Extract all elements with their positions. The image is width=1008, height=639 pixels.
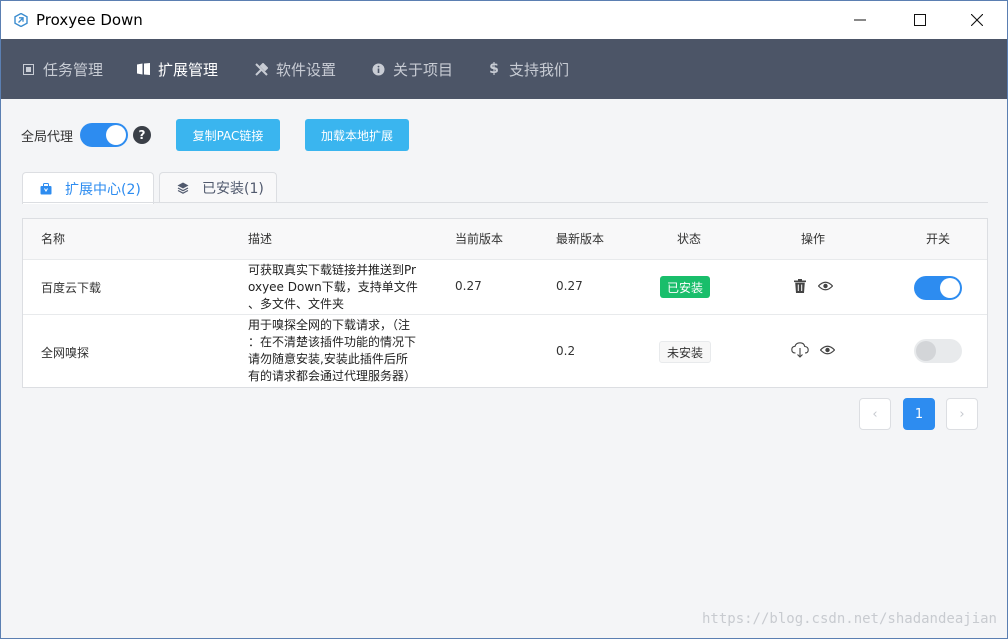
watermark: https://blog.csdn.net/shadandeajian — [701, 611, 997, 627]
latest-version: 0.27 — [556, 279, 583, 293]
description-line: ：在不清楚该插件功能的情况下 — [248, 335, 417, 349]
nav-item-label: 支持我们 — [509, 60, 570, 79]
description-line: 请勿随意安装,安装此插件后所 — [248, 352, 408, 366]
wrench-icon — [254, 62, 268, 76]
trash-icon[interactable] — [791, 277, 809, 295]
description-line: 、多文件、文件夹 — [248, 297, 345, 311]
minimize-icon — [854, 14, 866, 26]
copy-pac-button[interactable]: 复制PAC链接 — [176, 119, 280, 151]
info-icon — [371, 62, 385, 76]
close-icon — [971, 14, 983, 26]
description-line: 可获取真实下载链接并推送到Pr — [248, 263, 416, 277]
dollar-icon: $ — [489, 61, 499, 77]
nav-item-label: 软件设置 — [276, 60, 337, 79]
tabs-divider — [22, 202, 988, 203]
nav-item-extensions[interactable]: 扩展管理 — [136, 39, 218, 99]
global-proxy-label: 全局代理 — [21, 130, 74, 145]
col-header-switch: 开关 — [926, 232, 951, 246]
close-button[interactable] — [954, 1, 1000, 39]
current-version: 0.27 — [455, 279, 482, 293]
extension-icon — [136, 62, 150, 76]
col-header-name: 名称 — [41, 232, 66, 246]
toggle-knob — [916, 341, 936, 361]
col-header-actions: 操作 — [801, 232, 826, 246]
pagination-page-1[interactable]: 1 — [903, 398, 935, 430]
extension-table: 名称 描述 当前版本 最新版本 状态 操作 开关 百度云下载 可获取真实下载链接… — [22, 218, 988, 388]
minimize-button[interactable] — [837, 1, 883, 39]
latest-version: 0.2 — [556, 344, 576, 358]
nav-item-support[interactable]: $ 支持我们 — [487, 39, 569, 99]
table-row: 全网嗅探 用于嗅探全网的下载请求，（注 ：在不清楚该插件功能的情况下 请勿随意安… — [23, 315, 987, 387]
nav-item-label: 扩展管理 — [158, 60, 219, 79]
extension-description: 用于嗅探全网的下载请求，（注 ：在不清楚该插件功能的情况下 请勿随意安装,安装此… — [248, 317, 420, 385]
load-local-extension-button[interactable]: 加载本地扩展 — [305, 119, 409, 151]
extension-description: 可获取真实下载链接并推送到Pr oxyee Down下载，支持单文件 、多文件、… — [248, 262, 420, 313]
tab-label: 扩展中心(2) — [65, 181, 141, 198]
extension-name: 全网嗅探 — [41, 346, 90, 360]
task-icon — [21, 62, 35, 76]
help-icon[interactable]: ? — [133, 126, 151, 144]
app-window: Proxyee Down 任务管理 扩展管理 软件设置 关于项目 $ 支持我们 … — [0, 0, 1008, 639]
global-proxy-toggle[interactable] — [80, 123, 128, 147]
table-header: 名称 描述 当前版本 最新版本 状态 操作 开关 — [23, 219, 987, 260]
app-logo-icon — [14, 12, 28, 28]
description-line: 用于嗅探全网的下载请求，（注 — [248, 318, 411, 332]
main-nav: 任务管理 扩展管理 软件设置 关于项目 $ 支持我们 — [1, 39, 1007, 99]
status-badge: 已安装 — [660, 276, 711, 298]
nav-item-settings[interactable]: 软件设置 — [254, 39, 336, 99]
description-line: oxyee Down下载，支持单文件 — [248, 280, 418, 294]
col-header-latest-version: 最新版本 — [556, 232, 605, 246]
cloud-download-icon[interactable] — [791, 341, 809, 359]
maximize-button[interactable] — [897, 1, 943, 39]
table-row: 百度云下载 可获取真实下载链接并推送到Pr oxyee Down下载，支持单文件… — [23, 260, 987, 315]
nav-item-tasks[interactable]: 任务管理 — [21, 39, 103, 99]
description-line: 有的请求都会通过代理服务器） — [248, 369, 417, 383]
layers-icon — [176, 181, 190, 195]
col-header-status: 状态 — [677, 232, 702, 246]
shopping-bag-icon — [39, 182, 53, 196]
extension-name: 百度云下载 — [41, 281, 102, 295]
title-bar: Proxyee Down — [1, 1, 1007, 39]
tab-installed[interactable]: 已安装(1) — [159, 172, 277, 203]
extension-enable-toggle[interactable] — [914, 276, 962, 300]
tab-extension-center[interactable]: 扩展中心(2) — [22, 172, 154, 204]
eye-icon[interactable] — [816, 277, 834, 295]
nav-item-label: 任务管理 — [43, 60, 104, 79]
maximize-icon — [914, 14, 926, 26]
toggle-knob — [940, 278, 960, 298]
col-header-current-version: 当前版本 — [455, 232, 504, 246]
status-badge: 未安装 — [659, 341, 712, 363]
eye-icon[interactable] — [818, 341, 836, 359]
window-title: Proxyee Down — [36, 11, 143, 29]
extension-enable-toggle[interactable] — [914, 339, 962, 363]
pagination-next-button[interactable]: › — [946, 398, 978, 430]
toggle-knob — [106, 125, 126, 145]
nav-item-about[interactable]: 关于项目 — [371, 39, 453, 99]
nav-item-label: 关于项目 — [393, 60, 454, 79]
pagination-prev-button[interactable]: ‹ — [859, 398, 891, 430]
col-header-description: 描述 — [248, 232, 273, 246]
tab-label: 已安装(1) — [202, 181, 264, 197]
